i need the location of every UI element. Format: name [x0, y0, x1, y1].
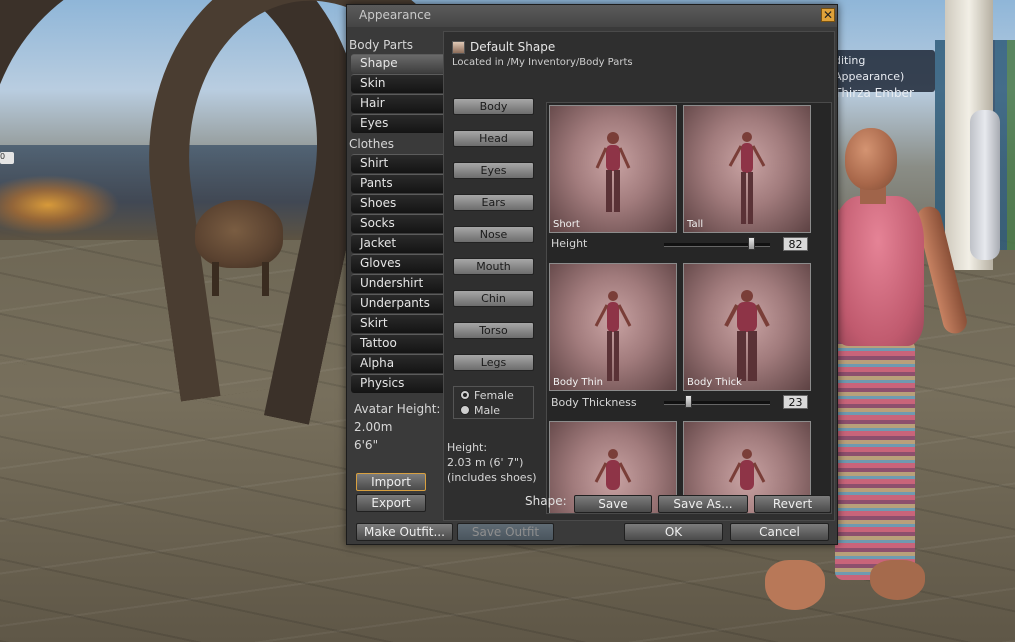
param-thumb-short[interactable]: Short	[549, 105, 677, 233]
male-label: Male	[474, 404, 501, 417]
shape-height-info: Height: 2.03 m (6' 7") (includes shoes)	[447, 440, 537, 485]
param-left-label: Body Thin	[553, 377, 603, 388]
body-parts-heading: Body Parts	[349, 38, 414, 52]
save-shape-button[interactable]: Save	[574, 495, 652, 513]
scene-tag: 0	[0, 152, 14, 164]
height-value[interactable]: 82	[783, 237, 808, 251]
tab-jacket[interactable]: Jacket	[351, 234, 443, 253]
height-info-line: 2.03 m (6' 7")	[447, 456, 524, 469]
region-button-nose[interactable]: Nose	[453, 226, 534, 243]
avatar-foot	[870, 560, 925, 600]
region-button-legs[interactable]: Legs	[453, 354, 534, 371]
tab-socks[interactable]: Socks	[351, 214, 443, 233]
appearance-window: Appearance ✕ Body Parts Shape Skin Hair Eye…	[346, 4, 838, 545]
revert-button[interactable]: Revert	[754, 495, 831, 513]
white-statue	[970, 110, 1000, 260]
region-button-ears[interactable]: Ears	[453, 194, 534, 211]
tab-gloves[interactable]: Gloves	[351, 254, 443, 273]
avatar-name: Thirza Ember	[834, 86, 914, 100]
save-as-button[interactable]: Save As...	[658, 495, 748, 513]
avatar-legs	[835, 340, 915, 580]
make-outfit-button[interactable]: Make Outfit...	[356, 523, 453, 541]
radio-on-icon[interactable]	[460, 390, 470, 400]
avatar-figure-icon	[595, 132, 631, 212]
avatar-head	[845, 128, 897, 190]
param-label: Height	[551, 237, 588, 250]
ok-button[interactable]: OK	[624, 523, 723, 541]
tab-undershirt[interactable]: Undershirt	[351, 274, 443, 293]
avatar-torso	[832, 196, 924, 346]
param-label: Body Thickness	[551, 396, 637, 409]
shape-title: Default Shape	[470, 40, 556, 54]
avatar-height-m: 2.00m	[354, 420, 393, 434]
save-outfit-button[interactable]: Save Outfit	[457, 523, 554, 541]
female-label: Female	[474, 389, 514, 402]
param-thumb-body-thin[interactable]: Body Thin	[549, 263, 677, 391]
body-thickness-slider-knob[interactable]	[685, 395, 693, 408]
height-info-line: (includes shoes)	[447, 471, 537, 484]
height-info-line: Height:	[447, 441, 488, 454]
avatar-height-info: Avatar Height: 2.00m 6'6"	[354, 400, 440, 454]
avatar-figure-icon	[728, 132, 766, 224]
param-thumb-tall[interactable]: Tall	[683, 105, 811, 233]
avatar-height-ft: 6'6"	[354, 438, 379, 452]
shape-panel: Default Shape Located in /My Inventory/B…	[443, 31, 835, 521]
radio-off-icon[interactable]	[460, 405, 470, 415]
region-button-head[interactable]: Head	[453, 130, 534, 147]
param-left-label: Short	[553, 219, 580, 230]
female-radio[interactable]: Female	[460, 389, 514, 402]
import-button[interactable]: Import	[356, 473, 426, 491]
gender-selector: Female Male	[453, 386, 534, 419]
tab-physics[interactable]: Physics	[351, 374, 443, 393]
cancel-button[interactable]: Cancel	[730, 523, 829, 541]
boar-leg	[212, 262, 219, 296]
tab-alpha[interactable]: Alpha	[351, 354, 443, 373]
region-button-mouth[interactable]: Mouth	[453, 258, 534, 275]
tab-underpants[interactable]: Underpants	[351, 294, 443, 313]
male-radio[interactable]: Male	[460, 404, 500, 417]
region-button-body[interactable]: Body	[453, 98, 534, 115]
boar-leg	[262, 262, 269, 296]
tab-skin[interactable]: Skin	[351, 74, 443, 93]
export-button[interactable]: Export	[356, 494, 426, 512]
avatar-figure-icon	[724, 290, 770, 381]
body-thickness-value[interactable]: 23	[783, 395, 808, 409]
region-button-torso[interactable]: Torso	[453, 322, 534, 339]
shape-location: Located in /My Inventory/Body Parts	[452, 57, 633, 68]
editing-appearance-text: diting Appearance)	[834, 54, 905, 83]
body-thickness-slider[interactable]	[664, 401, 770, 405]
window-title: Appearance	[359, 8, 432, 22]
tab-skirt[interactable]: Skirt	[351, 314, 443, 333]
region-button-chin[interactable]: Chin	[453, 290, 534, 307]
shape-icon	[452, 41, 465, 54]
region-button-eyes[interactable]: Eyes	[453, 162, 534, 179]
height-slider-knob[interactable]	[747, 237, 755, 250]
tab-shoes[interactable]: Shoes	[351, 194, 443, 213]
tab-hair[interactable]: Hair	[351, 94, 443, 113]
avatar-height-label: Avatar Height:	[354, 402, 441, 416]
parameter-area: Short Tall Height 82 Body Thin Body Thic…	[546, 102, 832, 514]
tab-eyes[interactable]: Eyes	[351, 114, 443, 133]
clothes-heading: Clothes	[349, 137, 394, 151]
tab-shirt[interactable]: Shirt	[351, 154, 443, 173]
shape-footer-label: Shape:	[525, 494, 567, 508]
tab-tattoo[interactable]: Tattoo	[351, 334, 443, 353]
param-right-label: Tall	[687, 219, 704, 230]
param-thumb-body-thick[interactable]: Body Thick	[683, 263, 811, 391]
param-right-label: Body Thick	[687, 377, 742, 388]
tab-shape[interactable]: Shape	[351, 54, 443, 73]
avatar-foot	[765, 560, 825, 610]
title-bar[interactable]: Appearance ✕	[347, 5, 837, 27]
close-icon[interactable]: ✕	[821, 8, 835, 22]
tab-pants[interactable]: Pants	[351, 174, 443, 193]
boar-creature	[195, 200, 283, 268]
avatar-name-tag: diting Appearance) Thirza Ember	[830, 50, 935, 100]
avatar-figure-icon	[594, 291, 632, 381]
